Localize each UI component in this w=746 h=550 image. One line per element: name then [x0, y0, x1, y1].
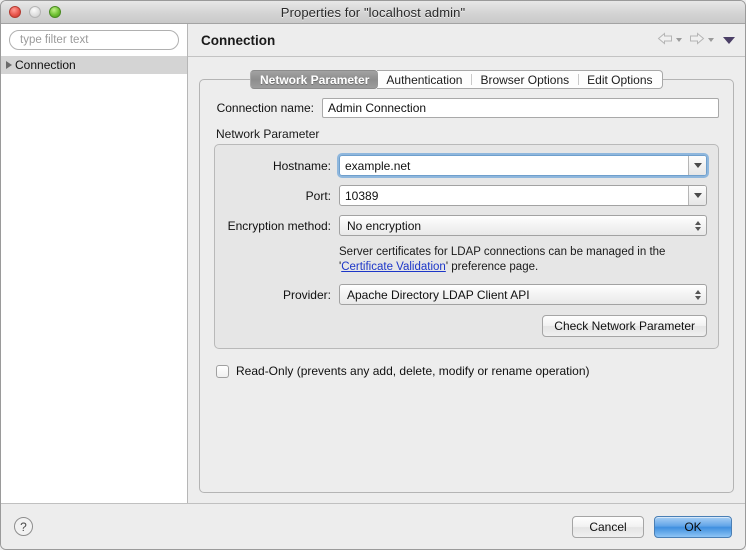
hostname-combo[interactable]: [339, 155, 707, 176]
encryption-method-value: No encryption: [347, 219, 421, 233]
view-menu-icon[interactable]: [723, 37, 735, 44]
read-only-row[interactable]: Read-Only (prevents any add, delete, mod…: [214, 364, 719, 378]
tab-label: Browser Options: [480, 73, 569, 87]
chevron-down-icon: [694, 163, 702, 168]
hostname-row: Hostname:: [226, 155, 707, 176]
read-only-label: Read-Only (prevents any add, delete, mod…: [236, 364, 590, 378]
window-controls: [9, 6, 61, 18]
hostname-input[interactable]: [340, 156, 688, 175]
chevron-down-icon: [694, 193, 702, 198]
forward-dropdown-caret-icon[interactable]: [708, 38, 714, 42]
network-parameter-group-box: Hostname: Port:: [214, 144, 719, 349]
forward-arrow-icon[interactable]: [689, 32, 705, 48]
network-parameter-group-label: Network Parameter: [214, 127, 719, 141]
connection-name-label: Connection name:: [214, 101, 314, 115]
stepper-down-icon: [695, 227, 701, 231]
tab-label: Edit Options: [587, 73, 652, 87]
encryption-method-row: Encryption method: No encryption: [226, 215, 707, 236]
stepper-up-icon: [695, 221, 701, 225]
pane-content: Network Parameter Authentication Browser…: [188, 57, 745, 503]
help-icon[interactable]: ?: [14, 517, 33, 536]
sidebar-item-connection[interactable]: Connection: [1, 56, 187, 74]
network-parameter-group: Network Parameter Hostname:: [214, 127, 719, 349]
tab-authentication[interactable]: Authentication: [377, 70, 471, 89]
encryption-method-label: Encryption method:: [226, 219, 331, 233]
certificate-validation-link[interactable]: Certificate Validation: [341, 261, 446, 273]
provider-value: Apache Directory LDAP Client API: [347, 288, 530, 302]
port-row: Port:: [226, 185, 707, 206]
dialog-footer: ? Cancel OK: [1, 503, 745, 549]
certificate-hint-text: Server certificates for LDAP connections…: [339, 245, 707, 275]
tab-panel-network-parameter: Connection name: Network Parameter Hostn…: [199, 79, 734, 493]
tab-strip: Network Parameter Authentication Browser…: [251, 70, 663, 89]
port-label: Port:: [226, 189, 331, 203]
stepper-up-icon: [695, 290, 701, 294]
tab-network-parameter[interactable]: Network Parameter: [250, 70, 378, 89]
provider-row: Provider: Apache Directory LDAP Client A…: [226, 284, 707, 305]
read-only-checkbox[interactable]: [216, 365, 229, 378]
cancel-button[interactable]: Cancel: [572, 516, 644, 538]
tab-edit-options[interactable]: Edit Options: [578, 70, 662, 89]
window-title: Properties for "localhost admin": [1, 5, 745, 20]
chevron-right-icon[interactable]: [6, 61, 12, 69]
port-dropdown-button[interactable]: [688, 186, 706, 205]
connection-name-row: Connection name:: [214, 98, 719, 118]
properties-dialog-window: Properties for "localhost admin" Connect…: [0, 0, 746, 550]
tab-folder: Network Parameter Authentication Browser…: [199, 70, 734, 493]
page-title: Connection: [201, 33, 657, 48]
filter-container: [1, 30, 187, 55]
stepper-down-icon: [695, 296, 701, 300]
dialog-body: Connection Connection: [1, 24, 745, 503]
hint-line-2: preference page.: [448, 261, 538, 273]
settings-pane: Connection: [188, 24, 745, 503]
hostname-label: Hostname:: [226, 159, 331, 173]
zoom-button[interactable]: [49, 6, 61, 18]
encryption-method-select[interactable]: No encryption: [339, 215, 707, 236]
pane-nav-controls: [657, 32, 735, 48]
sidebar: Connection: [1, 24, 188, 503]
back-dropdown-caret-icon[interactable]: [676, 38, 682, 42]
hostname-dropdown-button[interactable]: [688, 156, 706, 175]
settings-tree: Connection: [1, 56, 187, 74]
sidebar-item-label: Connection: [15, 58, 76, 72]
tab-label: Network Parameter: [260, 73, 369, 87]
connection-name-input[interactable]: [322, 98, 719, 118]
hint-line-1: Server certificates for LDAP connections…: [339, 246, 665, 258]
filter-input[interactable]: [9, 30, 179, 50]
title-bar: Properties for "localhost admin": [1, 1, 745, 24]
back-arrow-icon[interactable]: [657, 32, 673, 48]
port-input[interactable]: [340, 186, 688, 205]
port-combo[interactable]: [339, 185, 707, 206]
close-button[interactable]: [9, 6, 21, 18]
ok-button[interactable]: OK: [654, 516, 732, 538]
tab-label: Authentication: [386, 73, 462, 87]
check-network-parameter-button[interactable]: Check Network Parameter: [542, 315, 707, 337]
check-network-parameter-row: Check Network Parameter: [226, 315, 707, 337]
minimize-button[interactable]: [29, 6, 41, 18]
pane-header: Connection: [188, 24, 745, 57]
stepper-icon: [695, 221, 701, 231]
stepper-icon: [695, 290, 701, 300]
tab-browser-options[interactable]: Browser Options: [471, 70, 578, 89]
provider-label: Provider:: [226, 288, 331, 302]
provider-select[interactable]: Apache Directory LDAP Client API: [339, 284, 707, 305]
